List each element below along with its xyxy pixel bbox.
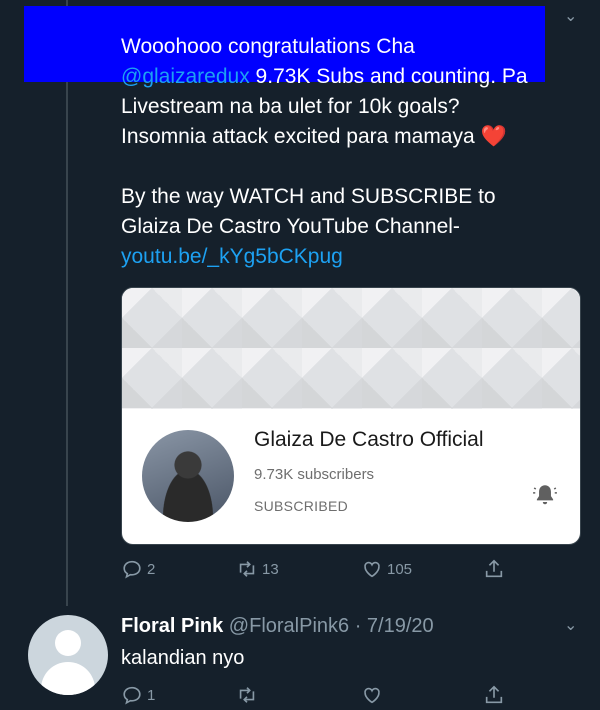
share-button[interactable] [483,558,509,580]
avatar-body [41,662,95,695]
tweet-line: By the way WATCH and SUBSCRIBE to [121,185,496,208]
tweet-action-bar: 2 13 105 [121,558,521,584]
reply-text: kalandian nyo [121,647,245,669]
tweet-line-text: Insomnia attack excited para mamaya [121,125,481,148]
channel-subscriber-count: 9.73K subscribers [254,466,375,483]
retweet-count: 13 [262,560,279,578]
tweet-body: Wooohooo congratulations Cha @glaizaredu… [121,32,581,272]
channel-avatar [142,430,234,522]
tweet-line: Livestream na ba ulet for 10k goals? [121,95,460,118]
retweet-button[interactable] [236,684,262,706]
heart-emoji: ❤️ [480,125,507,148]
heart-icon [364,687,380,704]
tweet-line: Glaiza De Castro YouTube Channel- [121,215,460,238]
reply-count: 1 [147,686,156,704]
tweet-line-text: 9.73K Subs and counting. Pa [249,65,528,88]
tweet-line: Insomnia attack excited para mamaya ❤️ [121,122,581,152]
tweet-line: @glaizaredux 9.73K Subs and counting. Pa [121,62,581,92]
notification-bell-icon[interactable] [532,482,558,508]
thread-connector-line [66,0,68,606]
chevron-down-icon[interactable]: ⌄ [564,615,577,635]
reply-icon [123,560,141,579]
reply-header: Floral Pink @FloralPink6 · 7/19/20 [121,615,434,638]
mention-link[interactable]: @glaizaredux [121,65,250,88]
share-button[interactable] [483,684,509,706]
share-icon [485,685,503,704]
reply-count: 2 [147,560,156,578]
youtube-channel-card[interactable]: Glaiza De Castro Official 9.73K subscrib… [121,287,581,545]
like-button[interactable] [361,684,387,706]
share-icon [485,559,503,578]
channel-name: Glaiza De Castro Official [254,428,484,451]
reply-button[interactable]: 1 [121,684,155,706]
reply-icon [123,686,141,705]
reply-button[interactable]: 2 [121,558,155,580]
heart-icon [364,561,380,578]
channel-banner [122,288,580,409]
tweet-line: Wooohooo congratulations Cha [121,35,415,58]
avatar[interactable] [28,615,108,695]
retweet-icon [239,687,255,703]
subscription-status: SUBSCRIBED [254,498,349,514]
retweet-button[interactable]: 13 [236,558,279,580]
avatar-head [55,630,81,656]
reply-action-bar: 1 [121,684,521,710]
chevron-down-icon[interactable]: ⌄ [564,6,577,26]
retweet-icon [239,561,255,577]
like-count: 105 [387,560,413,578]
reply-handle-date: @FloralPink6 · 7/19/20 [223,615,434,637]
reply-display-name[interactable]: Floral Pink [121,615,223,637]
youtube-link[interactable]: youtu.be/_kYg5bCKpug [121,242,581,272]
like-button[interactable]: 105 [361,558,412,580]
